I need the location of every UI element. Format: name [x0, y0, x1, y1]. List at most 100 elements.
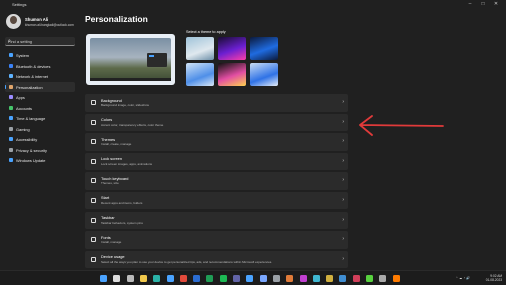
taskbar-app8-icon[interactable] [379, 275, 387, 282]
taskbar-app-icon[interactable] [286, 275, 294, 282]
sidebar-item-gaming[interactable]: Gaming [5, 124, 75, 135]
taskbar-spotify-icon[interactable] [219, 275, 227, 282]
taskbar-taskview-icon[interactable] [126, 275, 134, 282]
setting-start[interactable]: Start Recent apps and items, folders › [85, 191, 348, 210]
close-button[interactable]: ✕ [491, 1, 501, 7]
search-input[interactable]: Find a setting ⌕ [5, 37, 75, 46]
theme-light-lake[interactable] [186, 37, 214, 60]
taskbar-app4-icon[interactable] [326, 275, 334, 282]
taskbar-store-icon[interactable] [166, 275, 174, 282]
setting-taskbar[interactable]: Taskbar Taskbar behaviors, system pins › [85, 211, 348, 230]
sidebar-item-label: Privacy & security [16, 147, 47, 153]
taskbar-app9-icon[interactable] [392, 275, 400, 282]
setting-icon [91, 237, 96, 243]
chevron-right-icon: › [342, 118, 344, 125]
setting-touch-keyboard[interactable]: Touch keyboard Themes, size › [85, 172, 348, 190]
taskbar-teams-icon[interactable] [233, 275, 240, 282]
sidebar-item-time-language[interactable]: Time & language [5, 113, 75, 124]
theme-dark-bloom[interactable] [250, 37, 278, 60]
sidebar-item-label: Accessibility [16, 137, 38, 142]
clock[interactable]: 9:02 AM 01-08-2023 [472, 274, 502, 282]
setting-subtitle: Accent color, transparency effects, colo… [101, 122, 164, 127]
sidebar-item-label: System [16, 53, 29, 58]
taskbar-photos-icon[interactable] [259, 275, 267, 282]
sidebar-item-windows-update[interactable]: Windows Update [5, 155, 75, 166]
taskbar-word-icon[interactable] [193, 275, 201, 282]
setting-subtitle: Install, create, manage [101, 142, 132, 147]
sidebar-item-bluetooth-devices[interactable]: Bluetooth & devices [5, 61, 75, 72]
setting-fonts[interactable]: Fonts Install, manage › [85, 231, 348, 249]
setting-background[interactable]: Background Background image, color, slide… [85, 94, 348, 112]
taskbar-app3-icon[interactable] [312, 275, 320, 282]
avatar [6, 14, 21, 29]
setting-title: Start [101, 195, 110, 201]
setting-icon [91, 256, 96, 262]
sidebar-nav: System Bluetooth & devices Network & inter… [5, 50, 75, 166]
taskbar-settings-icon[interactable] [272, 275, 280, 282]
taskbar-app2-icon[interactable] [299, 275, 307, 282]
setting-icon [91, 197, 96, 203]
settings-list: Background Background image, color, slide… [85, 94, 348, 270]
sidebar-item-system[interactable]: System [5, 50, 75, 61]
profile-email: khumon.ali.bangladi@outlook.com [25, 23, 74, 27]
setting-lock-screen[interactable]: Lock screen Lock screen images, apps, ani… [85, 152, 348, 171]
sidebar-icon [9, 158, 13, 162]
taskbar-app6-icon[interactable] [352, 275, 360, 282]
sidebar-item-accounts[interactable]: Accounts [5, 103, 75, 114]
system-tray-icons[interactable]: ⌃ ☁ ◔ 🔊 [432, 276, 470, 280]
sidebar-item-label: Gaming [16, 126, 30, 132]
sidebar-item-network-internet[interactable]: Network & internet [5, 71, 75, 82]
theme-flower[interactable] [218, 63, 246, 86]
chevron-right-icon: › [342, 177, 344, 184]
sidebar-item-label: Network & internet [16, 74, 49, 79]
minimize-button[interactable]: – [465, 1, 475, 7]
sidebar-item-accessibility[interactable]: Accessibility [5, 134, 75, 145]
setting-title: Device usage [101, 254, 125, 260]
setting-subtitle: Background image, color, slideshow [101, 103, 149, 107]
taskbar-edge-icon[interactable] [153, 275, 161, 282]
sidebar-item-apps[interactable]: Apps [5, 92, 75, 103]
sidebar-item-privacy-security[interactable]: Privacy & security [5, 145, 75, 156]
sidebar-icon [9, 95, 13, 99]
chevron-right-icon: › [342, 236, 344, 243]
setting-device-usage[interactable]: Device usage Select all the ways you plan… [85, 250, 348, 269]
taskbar-mail-icon[interactable] [246, 275, 254, 282]
preview-taskbar [90, 78, 171, 81]
taskbar-search-icon[interactable] [113, 275, 121, 282]
theme-blue-bloom[interactable] [250, 63, 278, 86]
maximize-button[interactable]: □ [478, 1, 488, 7]
theme-dark-glow[interactable] [218, 37, 246, 60]
setting-title: Fonts [101, 234, 111, 240]
sidebar-icon [9, 84, 13, 89]
chevron-right-icon: › [342, 255, 344, 262]
themes-label: Select a theme to apply [186, 30, 226, 34]
chevron-right-icon: › [342, 138, 344, 145]
setting-themes[interactable]: Themes Install, create, manage › [85, 133, 348, 151]
sidebar-icon [9, 116, 13, 120]
taskbar-app5-icon[interactable] [339, 275, 347, 282]
sidebar-icon [9, 63, 13, 68]
taskbar-app7-icon[interactable] [366, 275, 373, 282]
taskbar-chrome-icon[interactable] [179, 275, 187, 282]
profile-name: Shumon Ali [25, 17, 49, 22]
setting-colors[interactable]: Colors Accent color, transparency effects… [85, 113, 348, 132]
sidebar-item-label: Bluetooth & devices [16, 63, 51, 69]
sidebar-icon [9, 147, 13, 152]
sidebar-icon [9, 126, 13, 131]
sidebar-item-personalization[interactable]: Personalization [5, 81, 75, 92]
preview-window [147, 53, 167, 67]
theme-light-bloom[interactable] [186, 63, 214, 86]
chevron-right-icon: › [342, 99, 344, 105]
taskbar-start-icon[interactable] [100, 275, 107, 282]
chevron-right-icon: › [342, 216, 344, 223]
taskbar-explorer-icon[interactable] [139, 275, 147, 282]
sidebar-item-label: Time & language [16, 116, 46, 121]
taskbar-excel-icon[interactable] [206, 275, 214, 282]
chevron-right-icon: › [342, 196, 344, 203]
annotation-arrow [359, 115, 444, 136]
setting-title: Taskbar [101, 215, 115, 221]
user-profile[interactable]: Shumon Ali khumon.ali.bangladi@outlook.c… [6, 14, 76, 34]
setting-icon [91, 158, 96, 164]
setting-title: Colors [101, 117, 113, 123]
page-title: Personalization [85, 14, 148, 24]
